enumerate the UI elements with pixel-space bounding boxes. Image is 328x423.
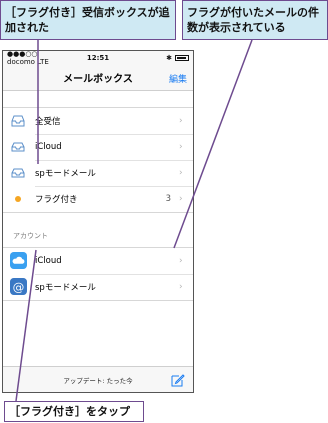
account-row-sp-mode[interactable]: @ spモードメール › <box>3 274 193 300</box>
account-label: iCloud <box>35 256 62 266</box>
edit-button[interactable]: 編集 <box>169 72 187 85</box>
chevron-right-icon: › <box>179 142 183 152</box>
update-status: アップデート: たった今 <box>63 376 133 385</box>
svg-text:@: @ <box>13 280 25 294</box>
inbox-icon <box>11 115 25 127</box>
chevron-right-icon: › <box>179 168 183 178</box>
bottom-toolbar: アップデート: たった今 <box>3 366 193 392</box>
status-right: ✱ <box>128 54 190 62</box>
icloud-icon <box>10 252 27 269</box>
mailbox-list: 全受信 › iCloud › spモードメール › フラグ付き 3 › <box>3 107 193 213</box>
mailbox-row-icloud[interactable]: iCloud › <box>3 134 193 160</box>
mailbox-label: spモードメール <box>35 169 96 179</box>
account-label: spモードメール <box>35 283 96 293</box>
mailbox-label: iCloud <box>35 142 62 152</box>
mailbox-row-all-inboxes[interactable]: 全受信 › <box>3 108 193 134</box>
account-list: iCloud › @ spモードメール › <box>3 247 193 301</box>
phone-screen: ●●●○○ docomo LTE 12:51 ✱ メールボックス 編集 全受信 … <box>2 50 194 393</box>
carrier-label: ●●●○○ docomo LTE <box>7 50 49 66</box>
mailbox-row-flagged[interactable]: フラグ付き 3 › <box>3 186 193 212</box>
battery-icon <box>175 55 190 61</box>
callout-flagged-added: ［フラグ付き］受信ボックスが追加された <box>0 0 176 40</box>
callout-text: ［フラグ付き］をタップ <box>9 405 130 418</box>
callout-tap-flagged: ［フラグ付き］をタップ <box>4 401 144 422</box>
clock: 12:51 <box>86 54 110 62</box>
flag-dot-icon <box>15 196 21 202</box>
callout-flag-count: フラグが付いたメールの件数が表示されている <box>182 0 328 40</box>
mailbox-icon <box>11 168 25 178</box>
bluetooth-icon: ✱ <box>166 54 173 62</box>
mailbox-icon <box>11 142 25 152</box>
page-title: メールボックス <box>63 74 133 85</box>
chevron-right-icon: › <box>179 116 183 126</box>
callout-text: ［フラグ付き］受信ボックスが追加された <box>5 6 170 34</box>
account-row-icloud[interactable]: iCloud › <box>3 248 193 274</box>
at-icon: @ <box>10 278 27 295</box>
navigation-bar: メールボックス 編集 <box>3 65 193 91</box>
chevron-right-icon: › <box>179 194 183 204</box>
chevron-right-icon: › <box>179 282 183 292</box>
mailbox-row-sp-mode[interactable]: spモードメール › <box>3 160 193 186</box>
mailbox-label: フラグ付き <box>35 195 78 205</box>
mailbox-label: 全受信 <box>35 117 61 127</box>
accounts-section-header: アカウント <box>13 232 48 240</box>
callout-text: フラグが付いたメールの件数が表示されている <box>187 6 319 34</box>
chevron-right-icon: › <box>179 256 183 266</box>
compose-icon[interactable] <box>171 373 185 387</box>
status-bar: ●●●○○ docomo LTE 12:51 ✱ <box>3 50 193 66</box>
flagged-count-badge: 3 <box>165 194 171 204</box>
